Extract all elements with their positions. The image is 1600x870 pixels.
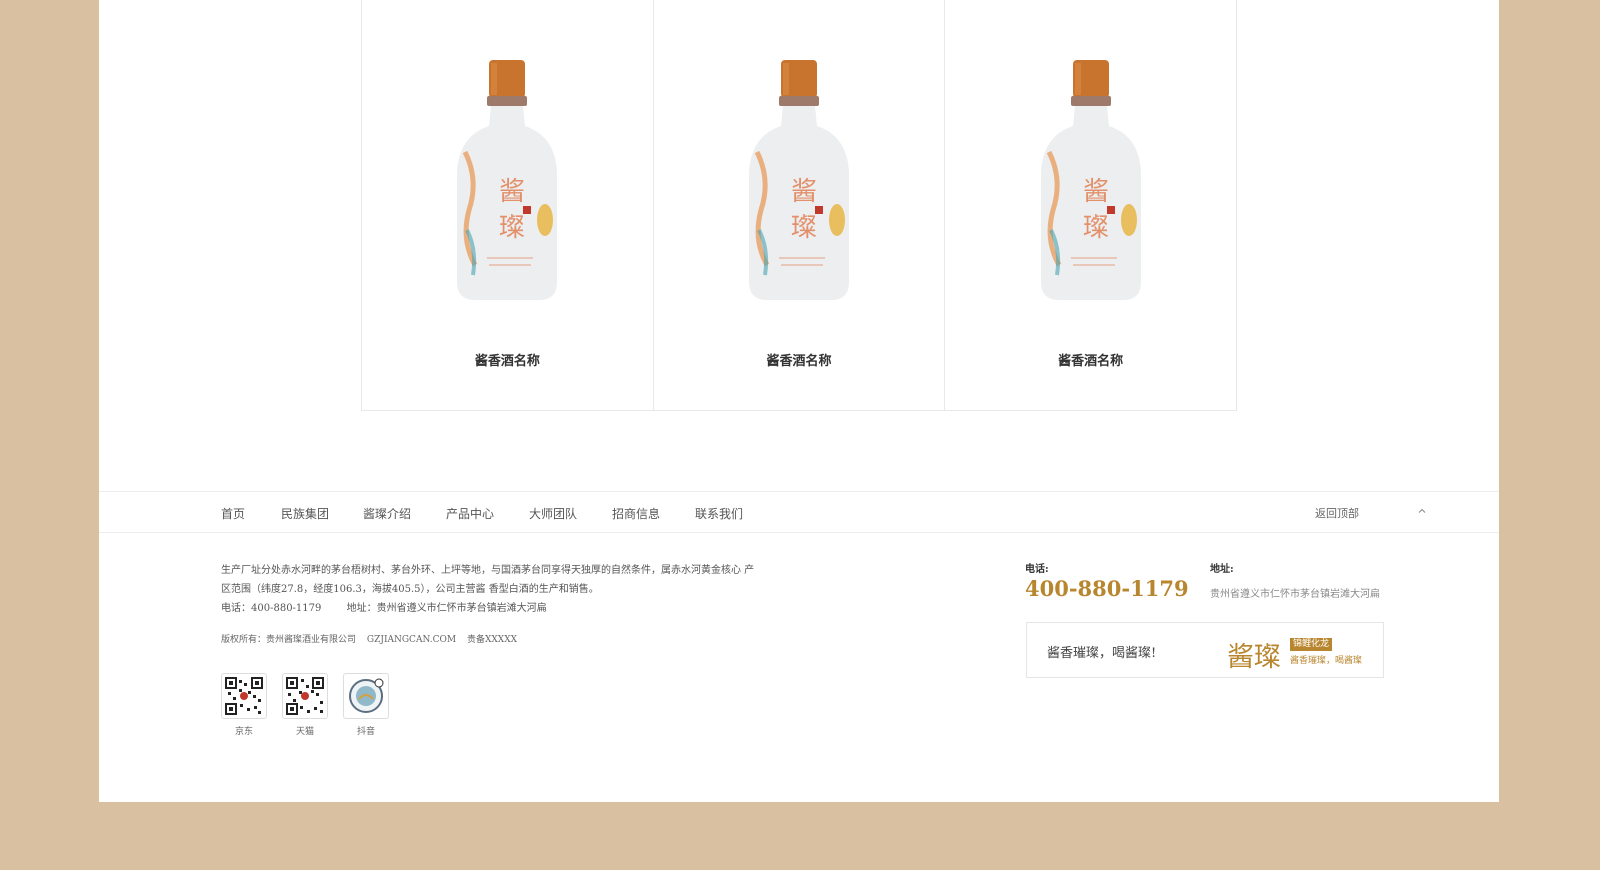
qr-jd[interactable]: 京东 bbox=[221, 673, 267, 737]
bottle-label-char: 酱 bbox=[791, 177, 817, 207]
bottle-label-char: 璨 bbox=[1083, 213, 1109, 243]
nav-item-franchise[interactable]: 招商信息 bbox=[612, 505, 660, 522]
bottle-label-char: 璨 bbox=[791, 213, 817, 243]
slogan-banner: 酱香璀璨，喝酱璨! 酱璨 锦鲤化龙 酱香璀璨，喝酱璨 bbox=[1026, 622, 1384, 678]
product-grid: 酱 璨 酱香酒名称 酱 璨 酱香酒名称 酱 璨 酱香酒名称 bbox=[361, 0, 1237, 411]
nav-item-contact[interactable]: 联系我们 bbox=[695, 505, 743, 522]
product-name[interactable]: 酱香酒名称 bbox=[654, 350, 945, 369]
qr-douyin[interactable]: 抖音 bbox=[343, 673, 389, 737]
product-bottle-image[interactable]: 酱 璨 bbox=[447, 60, 567, 310]
brand-logo: 酱璨 bbox=[1227, 642, 1281, 673]
product-bottle-image[interactable]: 酱 璨 bbox=[739, 60, 859, 310]
address-label: 地址: bbox=[1210, 564, 1234, 575]
domain-link[interactable]: GZJIANGCAN.COM bbox=[367, 635, 456, 645]
bottle-label-char: 酱 bbox=[1083, 177, 1109, 207]
footer-address-text: 地址：贵州省遵义市仁怀市茅台镇岩滩大河扁 bbox=[346, 603, 547, 614]
douyin-logo-icon[interactable] bbox=[343, 673, 389, 719]
bottle-label-char: 璨 bbox=[499, 213, 525, 243]
nav-item-masters[interactable]: 大师团队 bbox=[529, 505, 577, 522]
company-intro: 生产厂址分处赤水河畔的茅台梧树村、茅台外环、上坪等地，与国酒茅台同享得天独厚的自… bbox=[221, 565, 755, 595]
product-name[interactable]: 酱香酒名称 bbox=[362, 350, 653, 369]
product-card[interactable]: 酱 璨 酱香酒名称 bbox=[945, 0, 1236, 410]
qr-label: 京东 bbox=[234, 727, 253, 737]
nav-item-group[interactable]: 民族集团 bbox=[281, 505, 329, 522]
brand-subtitle: 酱香璀璨，喝酱璨 bbox=[1290, 656, 1363, 666]
icp-number[interactable]: 贵备XXXXX bbox=[467, 635, 517, 645]
qr-tmall[interactable]: 天猫 bbox=[282, 673, 328, 737]
address-text: 贵州省遵义市仁怀市茅台镇岩滩大河扁 bbox=[1210, 589, 1380, 600]
product-card[interactable]: 酱 璨 酱香酒名称 bbox=[362, 0, 654, 410]
nav-item-products[interactable]: 产品中心 bbox=[446, 505, 494, 522]
qr-label: 天猫 bbox=[295, 727, 314, 737]
footer-nav: 首页 民族集团 酱璨介绍 产品中心 大师团队 招商信息 联系我们 返回顶部 bbox=[99, 491, 1499, 533]
qr-code-icon[interactable] bbox=[221, 673, 267, 719]
qr-code-icon[interactable] bbox=[282, 673, 328, 719]
phone-label: 电话: bbox=[1025, 564, 1049, 575]
brand-tag: 锦鲤化龙 bbox=[1290, 638, 1333, 651]
copyright-text: 版权所有：贵州酱璨酒业有限公司 bbox=[221, 635, 357, 645]
chevron-up-icon[interactable] bbox=[1417, 506, 1427, 516]
nav-item-about[interactable]: 酱璨介绍 bbox=[363, 505, 411, 522]
qr-code-group: 京东 天猫 抖音 bbox=[221, 673, 389, 737]
product-card[interactable]: 酱 璨 酱香酒名称 bbox=[654, 0, 946, 410]
back-to-top-link[interactable]: 返回顶部 bbox=[1315, 505, 1359, 521]
page-content: 酱 璨 酱香酒名称 酱 璨 酱香酒名称 酱 璨 酱香酒名称 首页 民族集团 酱璨… bbox=[99, 0, 1499, 802]
nav-item-home[interactable]: 首页 bbox=[221, 505, 245, 522]
contact-line: 电话：400-880-1179 地址：贵州省遵义市仁怀市茅台镇岩滩大河扁 bbox=[221, 599, 569, 614]
product-bottle-image[interactable]: 酱 璨 bbox=[1031, 60, 1151, 310]
copyright-line: 版权所有：贵州酱璨酒业有限公司 GZJIANGCAN.COM 贵备XXXXX bbox=[221, 632, 525, 645]
qr-label: 抖音 bbox=[356, 727, 375, 737]
bottle-label-char: 酱 bbox=[499, 177, 525, 207]
product-name[interactable]: 酱香酒名称 bbox=[945, 350, 1236, 369]
footer-phone-text: 电话：400-880-1179 bbox=[221, 603, 322, 614]
phone-number[interactable]: 400-880-1179 bbox=[1025, 576, 1189, 601]
slogan-text: 酱香璀璨，喝酱璨! bbox=[1047, 646, 1157, 661]
